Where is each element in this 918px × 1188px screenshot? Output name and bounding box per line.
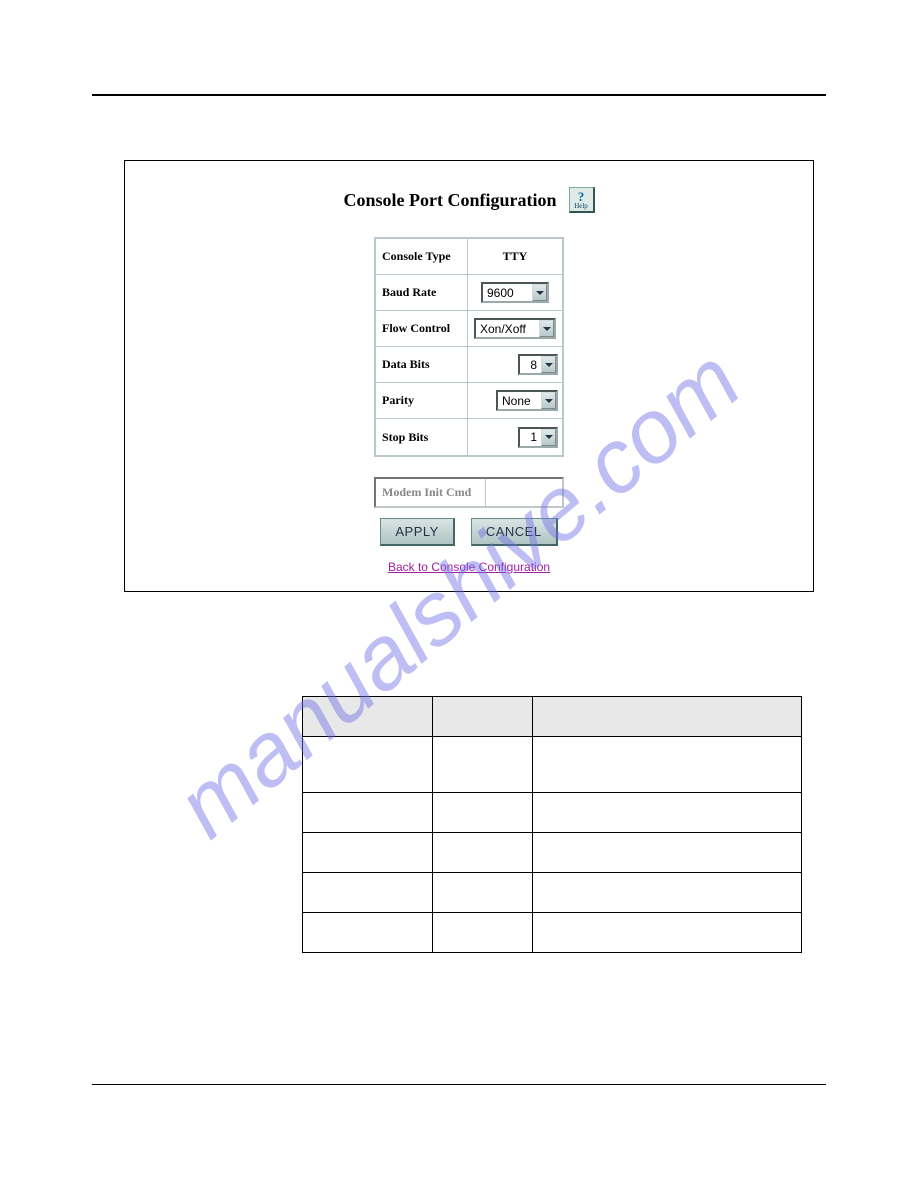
label-modem-init: Modem Init Cmd: [376, 479, 486, 506]
table-header: [433, 697, 533, 737]
chevron-down-icon: [541, 392, 556, 409]
chevron-down-icon: [541, 429, 556, 446]
select-flow-control[interactable]: Xon/Xoff: [474, 318, 556, 339]
config-table: Console Type TTY Baud Rate 9600 Flow Con…: [374, 237, 564, 457]
row-parity: Parity None: [376, 383, 562, 419]
row-flow-control: Flow Control Xon/Xoff: [376, 311, 562, 347]
cancel-button[interactable]: CANCEL: [471, 518, 558, 546]
table-row: [303, 737, 802, 793]
select-stop-bits[interactable]: 1: [518, 427, 558, 448]
modem-init-row: Modem Init Cmd: [374, 477, 564, 508]
select-parity[interactable]: None: [496, 390, 558, 411]
label-parity: Parity: [376, 383, 468, 418]
row-stop-bits: Stop Bits 1: [376, 419, 562, 455]
table-row: [303, 873, 802, 913]
value-console-type: TTY: [468, 239, 562, 274]
select-baud-rate[interactable]: 9600: [481, 282, 549, 303]
header-rule: [92, 94, 826, 96]
label-console-type: Console Type: [376, 239, 468, 274]
chevron-down-icon: [532, 284, 547, 301]
chevron-down-icon: [541, 356, 556, 373]
table-row: [303, 833, 802, 873]
apply-button[interactable]: APPLY: [380, 518, 454, 546]
console-port-config-figure: Console Port Configuration ? Help Consol…: [124, 160, 814, 592]
table-row: [303, 913, 802, 953]
label-baud-rate: Baud Rate: [376, 275, 468, 310]
input-modem-init[interactable]: [486, 479, 562, 506]
back-link[interactable]: Back to Console Configuration: [388, 560, 550, 574]
row-data-bits: Data Bits 8: [376, 347, 562, 383]
table-header: [303, 697, 433, 737]
label-data-bits: Data Bits: [376, 347, 468, 382]
row-baud-rate: Baud Rate 9600: [376, 275, 562, 311]
footer-rule: [92, 1084, 826, 1085]
label-flow-control: Flow Control: [376, 311, 468, 346]
label-stop-bits: Stop Bits: [376, 419, 468, 455]
chevron-down-icon: [539, 320, 554, 337]
help-icon[interactable]: ? Help: [569, 187, 595, 213]
parameter-table: [302, 696, 802, 953]
table-header: [533, 697, 802, 737]
figure-title: Console Port Configuration: [344, 190, 557, 211]
table-row: [303, 793, 802, 833]
select-data-bits[interactable]: 8: [518, 354, 558, 375]
row-console-type: Console Type TTY: [376, 239, 562, 275]
